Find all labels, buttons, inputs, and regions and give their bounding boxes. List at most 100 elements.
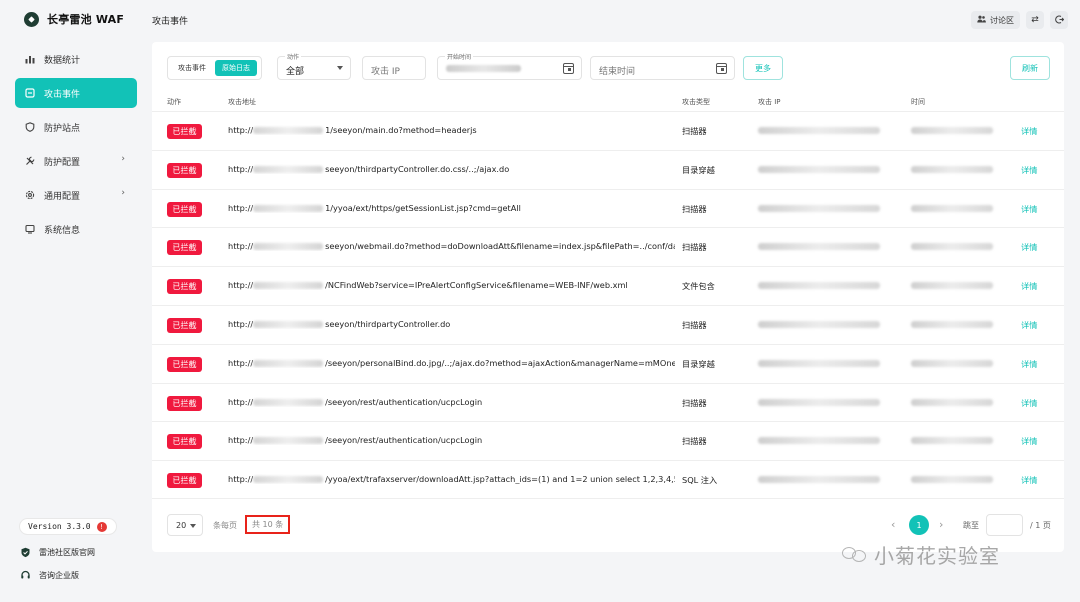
table-row: 已拦截 http:// seeyon/thirdpartyController.do… xyxy=(152,304,1064,344)
attack-type: 扫描器 xyxy=(682,126,707,136)
sidebar-item-general-config[interactable]: 通用配置 › xyxy=(15,180,137,210)
url-prefix: http:// xyxy=(228,202,254,213)
version-pill[interactable]: Version 3.3.0 ! xyxy=(19,518,117,535)
watermark: 小菊花实验室 xyxy=(842,540,1000,569)
refresh-button[interactable]: 刷新 xyxy=(1010,56,1050,80)
logout-button[interactable] xyxy=(1050,11,1068,29)
log-type-switch: 攻击事件 原始日志 xyxy=(167,56,262,80)
calendar-icon[interactable] xyxy=(563,63,574,74)
end-time-placeholder: 结束时间 xyxy=(599,67,636,77)
attack-ip-redacted xyxy=(758,127,880,134)
attack-ip-redacted xyxy=(758,204,880,212)
page-size-select[interactable]: 20 xyxy=(167,514,203,536)
url-prefix: http:// xyxy=(228,357,254,368)
blocked-badge: 已拦截 xyxy=(167,162,202,178)
url-path: /seeyon/rest/authentication/ucpcLogin xyxy=(325,435,483,446)
total-count: 共 10 条 xyxy=(245,515,291,534)
calendar-icon[interactable] xyxy=(716,63,727,74)
detail-link[interactable]: 详情 xyxy=(1021,358,1037,370)
url-prefix: http:// xyxy=(228,396,254,407)
shield-check-icon xyxy=(20,547,31,558)
attack-ip-redacted xyxy=(758,282,880,290)
attack-type: 扫描器 xyxy=(682,242,707,253)
detail-link[interactable]: 详情 xyxy=(1021,319,1037,331)
attack-ip-redacted xyxy=(758,320,880,328)
sidebar-item-label: 通用配置 xyxy=(44,191,81,202)
start-time-label: 开始时间 xyxy=(445,52,474,61)
url-prefix: http:// xyxy=(228,125,254,135)
sidebar-item-attack-events[interactable]: 攻击事件 xyxy=(15,78,137,108)
detail-link[interactable]: 详情 xyxy=(1021,280,1037,292)
attack-url: http:// 1/seeyon/main.do?method=headerjs xyxy=(228,125,675,135)
detail-link[interactable]: 详情 xyxy=(1021,397,1037,409)
detail-link[interactable]: 详情 xyxy=(1021,474,1037,486)
col-action: 动作 xyxy=(167,98,181,106)
attack-type: 目录穿越 xyxy=(682,358,715,369)
prev-page-button[interactable]: ‹ xyxy=(891,518,895,531)
attack-type: 目录穿越 xyxy=(682,164,715,175)
attack-url: http:// seeyon/thirdpartyController.do.cs… xyxy=(228,164,675,174)
enterprise-consult-link[interactable]: 咨询企业版 xyxy=(20,570,79,581)
sidebar-item-label: 系统信息 xyxy=(44,225,81,236)
sidebar-item-label: 防护站点 xyxy=(44,123,81,134)
url-prefix: http:// xyxy=(228,163,254,174)
per-page-label: 条每页 xyxy=(213,521,237,530)
table-row: 已拦截 http:// 1/yyoa/ext/https/getSessionLis… xyxy=(152,188,1064,228)
attack-ip-redacted xyxy=(758,398,880,406)
blocked-badge: 已拦截 xyxy=(167,279,202,295)
detail-link[interactable]: 详情 xyxy=(1021,125,1037,137)
page-title: 攻击事件 xyxy=(152,17,189,27)
end-time-picker[interactable]: 结束时间 xyxy=(590,56,735,80)
attack-ip-placeholder: 攻击 IP xyxy=(371,67,400,77)
col-ip: 攻击 IP xyxy=(758,98,781,106)
logo-icon xyxy=(24,11,39,27)
bar-chart-icon xyxy=(25,54,35,64)
more-button[interactable]: 更多 xyxy=(743,56,783,80)
detail-link[interactable]: 详情 xyxy=(1021,241,1037,253)
url-prefix: http:// xyxy=(228,474,254,485)
attack-ip-input[interactable]: 攻击 IP xyxy=(362,56,426,80)
enterprise-consult-label: 咨询企业版 xyxy=(39,571,79,580)
table-row: 已拦截 http:// seeyon/webmail.do?method=doDow… xyxy=(152,227,1064,266)
language-button[interactable]: ⇄ xyxy=(1026,11,1044,29)
table-row: 已拦截 http:// 1/seeyon/main.do?method=header… xyxy=(152,111,1064,150)
sidebar-item-system-info[interactable]: 系统信息 xyxy=(15,214,137,244)
start-time-picker[interactable]: 开始时间 xyxy=(437,52,582,80)
detail-link[interactable]: 详情 xyxy=(1021,203,1037,215)
table-row: 已拦截 http:// /seeyon/rest/authentication/uc… xyxy=(152,421,1064,460)
goto-page-input[interactable] xyxy=(986,514,1023,536)
blocked-badge: 已拦截 xyxy=(167,356,202,372)
table-row: 已拦截 http:// /seeyon/rest/authentication/uc… xyxy=(152,382,1064,422)
time-redacted xyxy=(911,165,993,173)
translate-icon: ⇄ xyxy=(1031,15,1039,25)
table-header: 动作 攻击地址 攻击类型 攻击 IP 时间 xyxy=(152,97,1064,111)
attack-url: http:// /seeyon/personalBind.do.jpg/..;/a… xyxy=(228,358,675,368)
sidebar-item-label: 攻击事件 xyxy=(44,89,81,100)
sidebar-item-protection-config[interactable]: 防护配置 › xyxy=(15,146,137,176)
detail-link[interactable]: 详情 xyxy=(1021,164,1037,176)
sidebar-item-stats[interactable]: 数据统计 xyxy=(15,44,137,74)
current-page-button[interactable]: 1 xyxy=(909,515,929,535)
redacted-host xyxy=(253,359,324,367)
chevron-right-icon: › xyxy=(121,154,125,164)
sidebar-item-protected-sites[interactable]: 防护站点 xyxy=(15,112,137,142)
time-redacted xyxy=(911,204,993,212)
action-select[interactable]: 动作 全部 xyxy=(277,52,351,80)
detail-link[interactable]: 详情 xyxy=(1021,435,1037,447)
blocked-badge: 已拦截 xyxy=(167,395,202,411)
attack-ip-redacted xyxy=(758,437,880,445)
next-page-button[interactable]: › xyxy=(939,518,943,531)
tab-attack-events[interactable]: 攻击事件 xyxy=(171,60,213,76)
community-site-link[interactable]: 雷池社区版官网 xyxy=(20,547,95,558)
attack-url: http:// /seeyon/rest/authentication/ucpcL… xyxy=(228,435,675,445)
version-text: Version 3.3.0 xyxy=(28,522,91,531)
table-body: 已拦截 http:// 1/seeyon/main.do?method=header… xyxy=(152,111,1064,499)
brand-logo[interactable]: 长亭雷池 WAF xyxy=(24,11,124,27)
forum-button[interactable]: 讨论区 xyxy=(971,11,1020,29)
url-path: 1/yyoa/ext/https/getSessionList.jsp?cmd=… xyxy=(325,202,521,213)
redacted-host xyxy=(253,320,324,328)
redacted-host xyxy=(253,165,324,173)
tab-raw-logs[interactable]: 原始日志 xyxy=(215,60,257,76)
update-badge: ! xyxy=(96,521,107,532)
caret-down-icon xyxy=(337,66,343,70)
